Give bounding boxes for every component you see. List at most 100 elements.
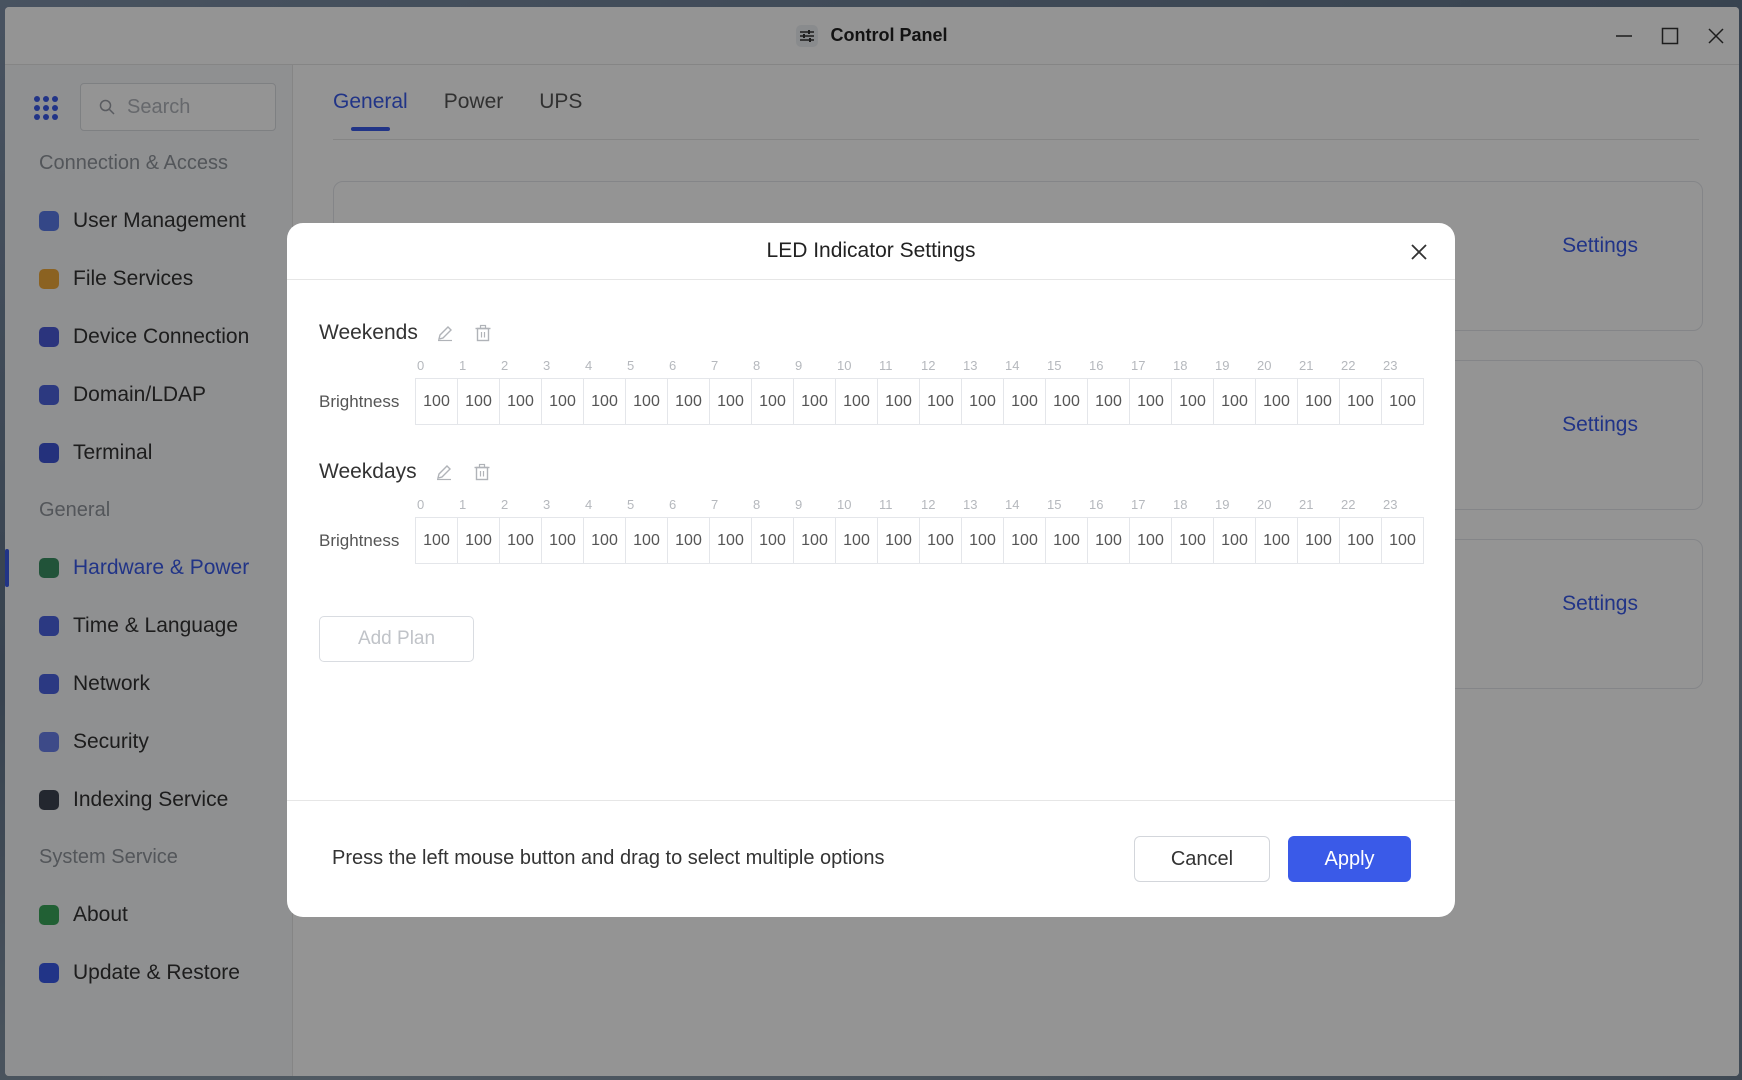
hour-label: 11 [879, 497, 893, 512]
edit-plan-button[interactable] [433, 461, 455, 483]
brightness-cell[interactable]: 100 [1130, 379, 1172, 425]
close-icon [1411, 244, 1427, 260]
led-indicator-settings-dialog: LED Indicator Settings Weekends 01234567… [287, 223, 1455, 917]
brightness-cell[interactable]: 100 [836, 518, 878, 564]
brightness-cell[interactable]: 100 [1340, 379, 1382, 425]
hour-label: 0 [417, 358, 425, 373]
hour-label: 14 [1005, 358, 1020, 373]
brightness-cell[interactable]: 100 [1004, 379, 1046, 425]
apply-button[interactable]: Apply [1288, 836, 1411, 882]
hour-label: 23 [1383, 497, 1398, 512]
delete-plan-button[interactable] [472, 322, 494, 344]
pencil-icon [437, 326, 452, 342]
brightness-cell[interactable]: 100 [542, 518, 584, 564]
brightness-cell[interactable]: 100 [584, 379, 626, 425]
hour-label: 7 [711, 497, 719, 512]
brightness-cell[interactable]: 100 [710, 518, 752, 564]
hour-label: 16 [1089, 358, 1104, 373]
brightness-cell[interactable]: 100 [1298, 379, 1340, 425]
brightness-cell[interactable]: 100 [1256, 518, 1298, 564]
brightness-cell[interactable]: 100 [1172, 518, 1214, 564]
brightness-cell[interactable]: 100 [1214, 379, 1256, 425]
brightness-cell[interactable]: 100 [1298, 518, 1340, 564]
brightness-cell[interactable]: 100 [668, 379, 710, 425]
hour-labels: 0 1 2 3 4 5 6 7 8 9 10 11 12 13 14 15 16 17 18 19 20 21 22 23 [415, 497, 1429, 515]
brightness-cell[interactable]: 100 [1004, 518, 1046, 564]
hour-label: 1 [459, 358, 467, 373]
brightness-cell[interactable]: 100 [1088, 518, 1130, 564]
hour-label: 10 [837, 497, 852, 512]
hour-label: 5 [627, 497, 635, 512]
hour-label: 0 [417, 497, 425, 512]
brightness-cell[interactable]: 100 [1256, 379, 1298, 425]
brightness-cell[interactable]: 100 [710, 379, 752, 425]
brightness-grid: 100 100 100 100 100 100 100 100 100 100 100 100 100 1… [415, 517, 1424, 564]
brightness-cell[interactable]: 100 [1130, 518, 1172, 564]
brightness-cell[interactable]: 100 [626, 518, 668, 564]
brightness-cell[interactable]: 100 [878, 518, 920, 564]
brightness-cell[interactable]: 100 [920, 379, 962, 425]
plan-name: Weekdays [319, 460, 417, 483]
brightness-cell[interactable]: 100 [500, 518, 542, 564]
brightness-cell[interactable]: 100 [794, 518, 836, 564]
brightness-cell[interactable]: 100 [1382, 379, 1424, 425]
hour-label: 9 [795, 358, 803, 373]
brightness-cell[interactable]: 100 [836, 379, 878, 425]
brightness-label: Brightness [319, 530, 400, 550]
brightness-cell[interactable]: 100 [1046, 379, 1088, 425]
cancel-button[interactable]: Cancel [1134, 836, 1270, 882]
brightness-cell[interactable]: 100 [1046, 518, 1088, 564]
hour-label: 11 [879, 358, 893, 373]
brightness-cell[interactable]: 100 [458, 379, 500, 425]
hour-label: 12 [921, 497, 936, 512]
hour-label: 22 [1341, 358, 1356, 373]
hour-label: 12 [921, 358, 936, 373]
delete-plan-button[interactable] [471, 461, 493, 483]
hour-label: 19 [1215, 358, 1230, 373]
brightness-cell[interactable]: 100 [416, 518, 458, 564]
hour-label: 1 [459, 497, 467, 512]
hour-label: 2 [501, 358, 509, 373]
brightness-cell[interactable]: 100 [962, 379, 1004, 425]
trash-icon [475, 324, 491, 342]
brightness-cell[interactable]: 100 [668, 518, 710, 564]
hour-label: 15 [1047, 497, 1062, 512]
brightness-cell[interactable]: 100 [752, 379, 794, 425]
brightness-cell[interactable]: 100 [1214, 518, 1256, 564]
brightness-cell[interactable]: 100 [626, 379, 668, 425]
hour-label: 16 [1089, 497, 1104, 512]
hour-label: 3 [543, 497, 551, 512]
hour-label: 7 [711, 358, 719, 373]
hour-label: 14 [1005, 497, 1020, 512]
hour-label: 22 [1341, 497, 1356, 512]
hour-label: 20 [1257, 497, 1272, 512]
brightness-cell[interactable]: 100 [1382, 518, 1424, 564]
brightness-cell[interactable]: 100 [920, 518, 962, 564]
hour-label: 10 [837, 358, 852, 373]
hour-label: 8 [753, 358, 761, 373]
hour-label: 18 [1173, 497, 1188, 512]
dialog-close-button[interactable] [1405, 238, 1433, 266]
brightness-cell[interactable]: 100 [542, 379, 584, 425]
brightness-cell[interactable]: 100 [752, 518, 794, 564]
hour-label: 21 [1299, 358, 1314, 373]
brightness-grid: 100 100 100 100 100 100 100 100 100 100 100 100 100 1… [415, 378, 1424, 425]
edit-plan-button[interactable] [434, 322, 456, 344]
brightness-cell[interactable]: 100 [416, 379, 458, 425]
hour-label: 4 [585, 358, 593, 373]
hour-label: 13 [963, 358, 978, 373]
brightness-cell[interactable]: 100 [1340, 518, 1382, 564]
hour-label: 13 [963, 497, 978, 512]
brightness-cell[interactable]: 100 [1088, 379, 1130, 425]
hour-label: 20 [1257, 358, 1272, 373]
brightness-cell[interactable]: 100 [962, 518, 1004, 564]
brightness-cell[interactable]: 100 [584, 518, 626, 564]
brightness-cell[interactable]: 100 [458, 518, 500, 564]
brightness-cell[interactable]: 100 [794, 379, 836, 425]
hour-label: 6 [669, 358, 677, 373]
plan-weekdays: Weekdays 0 1 2 3 4 5 6 7 8 9 10 11 12 13 14 15 16 17 18 19 2… [319, 457, 1429, 564]
add-plan-button[interactable]: Add Plan [319, 616, 474, 662]
brightness-cell[interactable]: 100 [878, 379, 920, 425]
brightness-cell[interactable]: 100 [500, 379, 542, 425]
brightness-cell[interactable]: 100 [1172, 379, 1214, 425]
